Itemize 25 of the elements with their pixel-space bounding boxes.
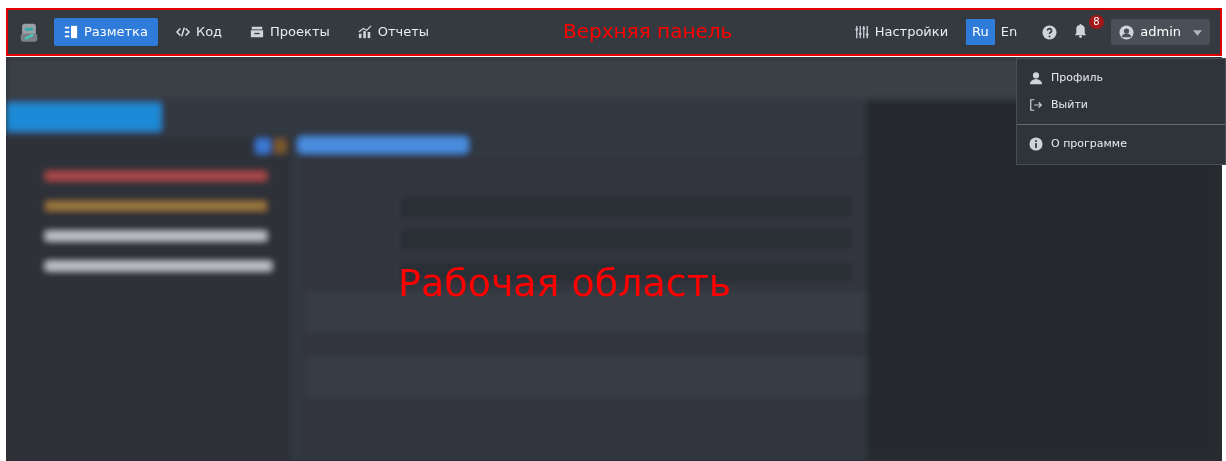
layout-icon — [64, 25, 78, 39]
user-avatar-icon — [1119, 24, 1135, 40]
language-toggle[interactable]: Ru — [966, 19, 995, 45]
nav-tab[interactable]: Проекты — [240, 18, 340, 46]
notification-count: 8 — [1089, 14, 1104, 29]
info-icon — [1029, 137, 1043, 152]
nav-tab[interactable]: Разметка — [54, 18, 158, 46]
code-icon — [175, 25, 190, 39]
language-toggle[interactable]: En — [994, 19, 1024, 45]
nav-tab[interactable]: Отчеты — [347, 18, 440, 46]
nav-tab[interactable]: Код — [165, 18, 233, 46]
user-menu-button[interactable]: admin — [1111, 19, 1210, 45]
annotation-label: Рабочая область — [398, 260, 732, 307]
chart-icon — [357, 25, 372, 39]
caret-icon — [1193, 29, 1202, 36]
archive-icon — [250, 25, 265, 39]
help-button[interactable] — [1041, 22, 1059, 42]
sliders-icon — [854, 25, 869, 39]
user-icon — [1029, 71, 1043, 86]
menu-item[interactable]: О программе — [1017, 131, 1225, 158]
menu-item[interactable]: Выйти — [1017, 91, 1225, 118]
settings-button[interactable]: Настройки — [844, 18, 959, 46]
logout-icon — [1029, 97, 1043, 112]
annotation-label: Верхняя панель — [563, 18, 733, 45]
menu-item[interactable]: Профиль — [1017, 65, 1225, 92]
